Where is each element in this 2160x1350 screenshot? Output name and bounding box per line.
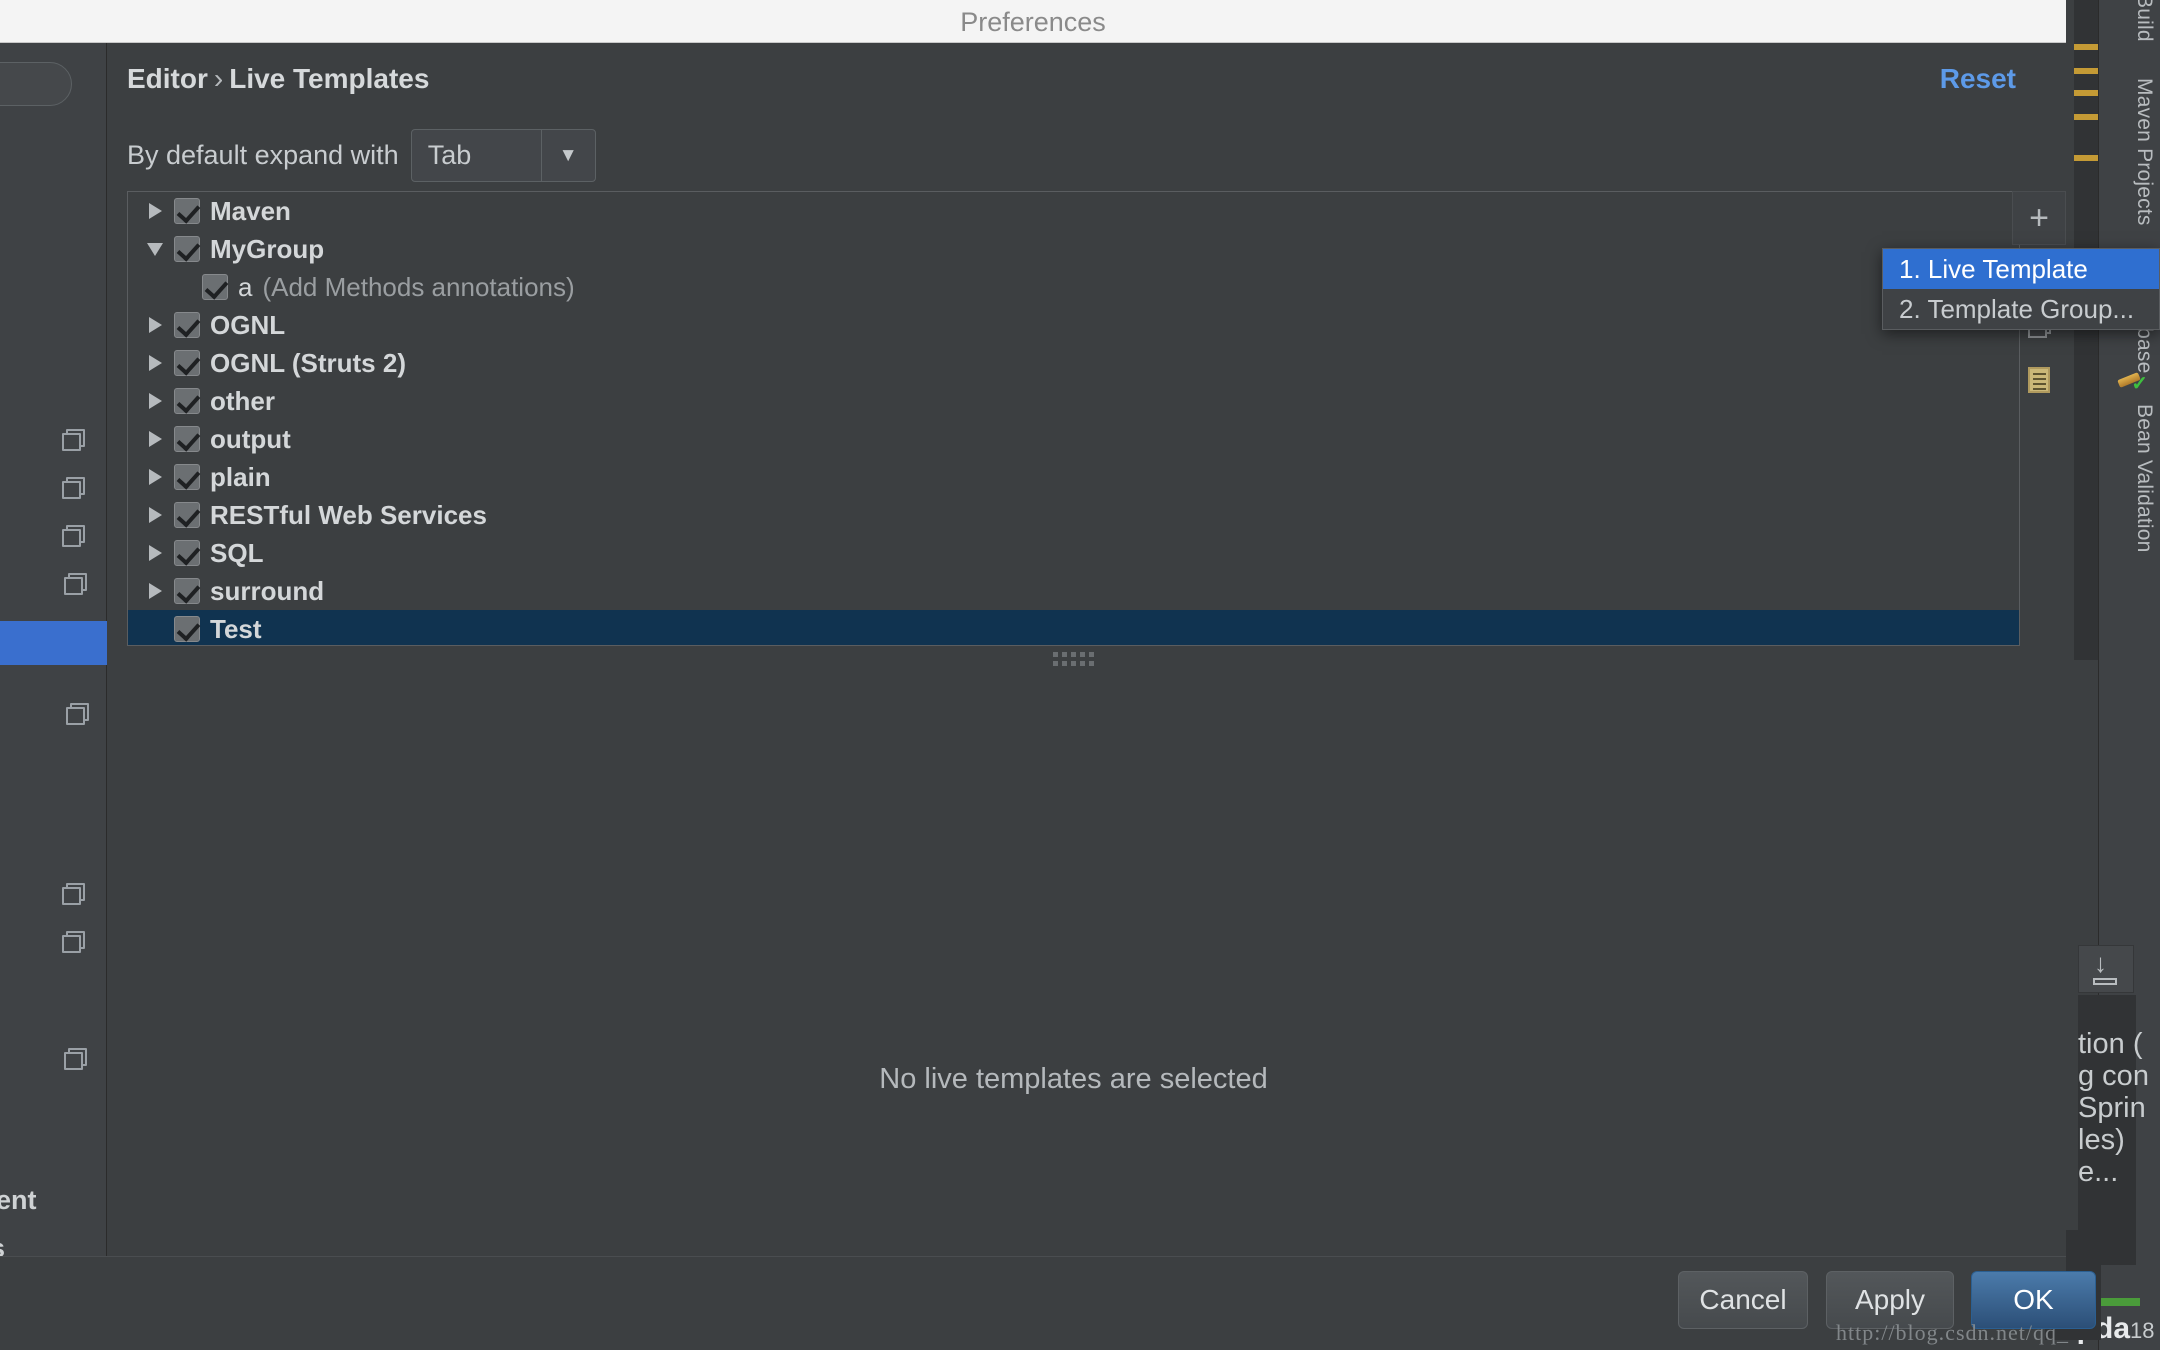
chevron-right-icon[interactable]: [136, 545, 174, 561]
tree-row-label: plain: [210, 461, 271, 492]
checkbox-checked-icon[interactable]: [174, 616, 200, 642]
tree-row-label: SQL: [210, 537, 264, 568]
add-template-button[interactable]: +: [2012, 191, 2066, 245]
tree-row-label: MyGroup: [210, 233, 325, 264]
template-document-icon: [2028, 367, 2050, 393]
tree-row-label: Maven: [210, 195, 291, 226]
dialog-title: Preferences: [960, 7, 1106, 37]
tree-row[interactable]: surround: [128, 572, 2019, 610]
ide-right-panel: m Build Maven Projects ☰ Database ✓ Bean…: [2050, 0, 2160, 1350]
tree-row[interactable]: plain: [128, 458, 2019, 496]
checkbox-checked-icon[interactable]: [174, 426, 200, 452]
template-groups-tree[interactable]: Maven MyGroup a (Add Methods annotations) OG…: [127, 191, 2020, 646]
add-template-popup-menu[interactable]: 1. Live Template 2. Template Group...: [1882, 248, 2160, 330]
dialog-content: Editor › Live Templates Reset By default e…: [107, 43, 2066, 1256]
tree-row-label: a: [238, 271, 253, 302]
panel-splitter[interactable]: [127, 646, 2020, 672]
chevron-right-icon[interactable]: [136, 583, 174, 599]
checkbox-checked-icon[interactable]: [174, 502, 200, 528]
empty-state-message: No live templates are selected: [879, 1063, 1268, 1095]
preferences-dialog: Preferences Editor › Live Templates Reset …: [0, 0, 2096, 1329]
splitter-grip-icon: [1053, 652, 1094, 666]
tree-row[interactable]: a (Add Methods annotations): [128, 268, 2019, 306]
tree-row-description: (Add Methods annotations): [262, 271, 575, 302]
bg-text-line-1: tion (: [2078, 1028, 2143, 1060]
tree-row[interactable]: output: [128, 420, 2019, 458]
bean-validation-icon: ✓: [2117, 372, 2148, 394]
vtab-bean-validation[interactable]: Bean Validation: [2132, 404, 2156, 553]
breadcrumb: Editor › Live Templates: [127, 63, 429, 95]
tree-row[interactable]: Maven: [128, 192, 2019, 230]
chevron-right-icon[interactable]: [136, 469, 174, 485]
vtab-build[interactable]: Build: [2132, 0, 2156, 42]
screen-root: m Build Maven Projects ☰ Database ✓ Bean…: [0, 0, 2160, 1350]
expand-with-value: Tab: [427, 140, 472, 170]
vtab-maven-projects[interactable]: Maven Projects: [2132, 78, 2156, 226]
checkbox-checked-icon[interactable]: [174, 578, 200, 604]
reset-link[interactable]: Reset: [1940, 63, 2016, 95]
checkbox-checked-icon[interactable]: [174, 464, 200, 490]
expand-with-select[interactable]: Tab ▼: [410, 129, 596, 182]
cancel-button[interactable]: Cancel: [1678, 1271, 1808, 1329]
watermark-text: http://blog.csdn.net/qq_: [1836, 1320, 2069, 1345]
popup-menu-item[interactable]: 1. Live Template: [1883, 249, 2159, 289]
tree-row[interactable]: MyGroup: [128, 230, 2019, 268]
bg-text-line-5: e...: [2078, 1156, 2119, 1188]
ide-progress-bar: [2100, 1298, 2140, 1306]
checkbox-checked-icon[interactable]: [174, 312, 200, 338]
tree-row-label: RESTful Web Services: [210, 499, 487, 530]
restore-defaults-button[interactable]: [2012, 353, 2066, 407]
plus-icon: +: [2029, 199, 2049, 237]
checkbox-checked-icon[interactable]: [174, 540, 200, 566]
tree-row-label: other: [210, 385, 275, 416]
ide-download-button[interactable]: ↓: [2078, 945, 2134, 993]
tree-row-label: surround: [210, 575, 325, 606]
tree-row-label: OGNL (Struts 2): [210, 347, 406, 378]
expand-with-label: By default expand with: [127, 140, 399, 170]
breadcrumb-current: Live Templates: [229, 63, 430, 94]
tree-row[interactable]: OGNL: [128, 306, 2019, 344]
chevron-right-icon[interactable]: [136, 431, 174, 447]
tree-row[interactable]: RESTful Web Services: [128, 496, 2019, 534]
expand-with-row: By default expand with Tab ▼: [127, 129, 596, 182]
breadcrumb-root[interactable]: Editor: [127, 63, 208, 94]
chevron-right-icon[interactable]: [136, 203, 174, 219]
bg-text-line-3: Sprin: [2078, 1092, 2146, 1124]
popup-menu-item[interactable]: 2. Template Group...: [1883, 289, 2159, 329]
tree-row[interactable]: SQL: [128, 534, 2019, 572]
chevron-right-icon[interactable]: [136, 507, 174, 523]
chevron-down-icon: ▼: [540, 130, 595, 181]
bg-text-line-4: les): [2078, 1124, 2125, 1156]
chevron-right-icon[interactable]: [136, 317, 174, 333]
tree-row[interactable]: other: [128, 382, 2019, 420]
tree-row-label: OGNL: [210, 309, 286, 340]
tree-row-label: Test: [210, 613, 262, 644]
checkbox-checked-icon[interactable]: [174, 388, 200, 414]
checkbox-checked-icon[interactable]: [202, 274, 228, 300]
chevron-right-icon[interactable]: [136, 393, 174, 409]
bg-text-line-2: g con: [2078, 1060, 2149, 1092]
tree-row[interactable]: OGNL (Struts 2): [128, 344, 2019, 382]
chevron-down-icon[interactable]: [136, 242, 174, 256]
checkbox-checked-icon[interactable]: [174, 198, 200, 224]
ide-update-suffix: 18: [2130, 1318, 2155, 1343]
checkbox-checked-icon[interactable]: [174, 236, 200, 262]
dialog-titlebar: Preferences: [0, 0, 2066, 43]
tree-row-label: output: [210, 423, 291, 454]
chevron-right-icon[interactable]: [136, 355, 174, 371]
tree-row[interactable]: Test: [128, 610, 2019, 645]
breadcrumb-separator-icon: ›: [213, 63, 224, 94]
checkbox-checked-icon[interactable]: [174, 350, 200, 376]
